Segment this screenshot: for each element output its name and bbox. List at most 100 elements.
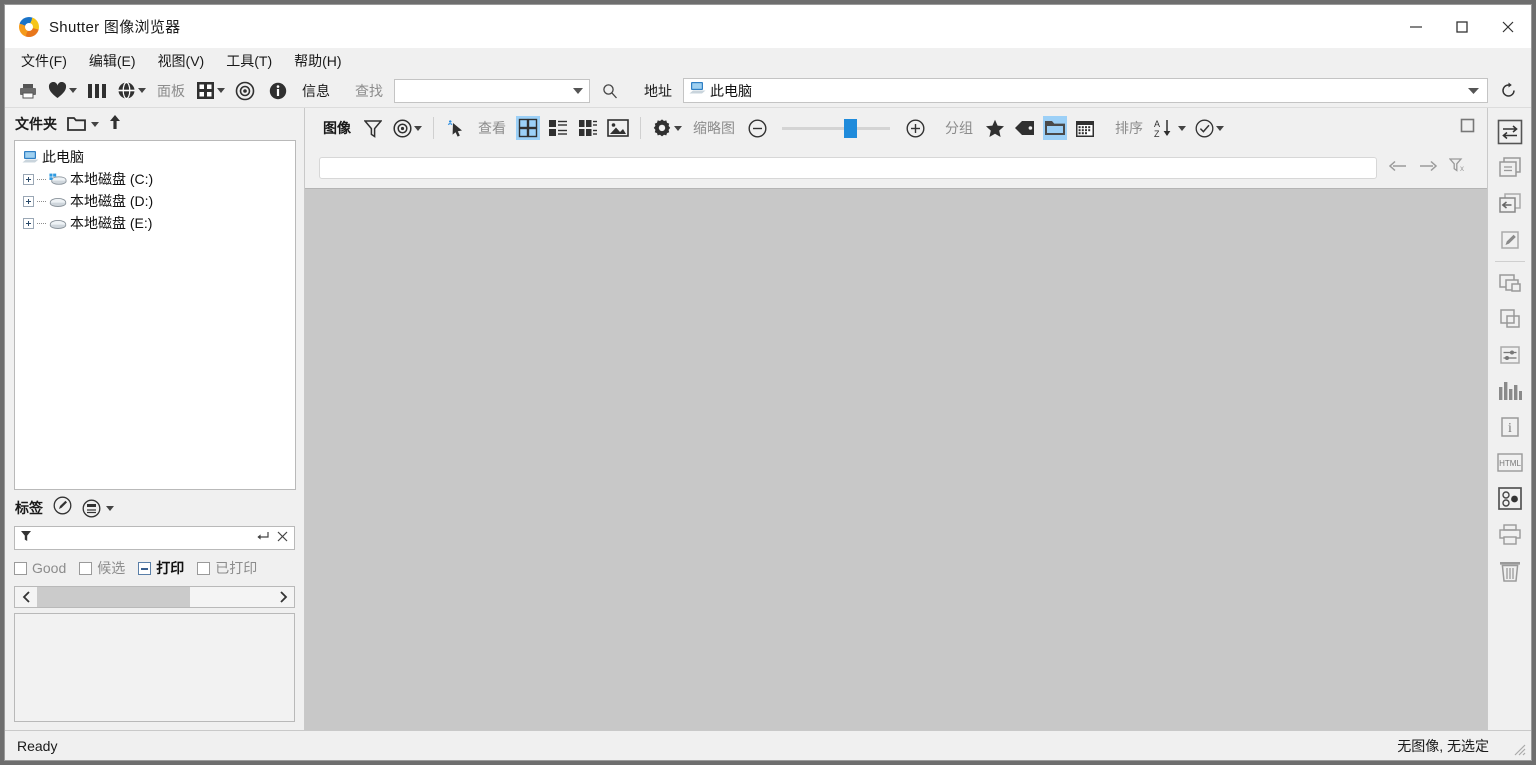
info-circle-icon[interactable] — [265, 77, 291, 105]
filter-input[interactable] — [319, 157, 1377, 179]
select-cursor-icon[interactable] — [444, 116, 468, 140]
resize-grip[interactable] — [1512, 742, 1526, 756]
thumbnail-size-slider[interactable] — [782, 118, 890, 138]
expand-icon[interactable] — [23, 217, 34, 229]
minus-circle-icon[interactable] — [745, 116, 769, 140]
folder-icon[interactable] — [1043, 116, 1067, 140]
chevron-down-icon[interactable] — [1215, 125, 1224, 131]
slider-track — [782, 127, 890, 130]
tag-filter-box[interactable] — [14, 526, 295, 550]
chevron-down-icon[interactable] — [138, 88, 146, 93]
chevron-down-icon[interactable] — [573, 82, 583, 100]
slider-handle[interactable] — [843, 119, 857, 138]
maximize-panel-icon[interactable] — [1460, 118, 1475, 138]
view-mode-thumbnails[interactable] — [516, 116, 540, 140]
arrow-up-icon[interactable] — [109, 114, 121, 135]
move-icon[interactable] — [1493, 186, 1527, 222]
expand-icon[interactable] — [23, 173, 34, 185]
chevron-down-icon[interactable] — [413, 125, 422, 131]
histogram-icon[interactable] — [1493, 373, 1527, 409]
chevron-down-icon[interactable] — [1178, 125, 1186, 131]
chevron-down-icon[interactable] — [674, 125, 682, 131]
menu-help[interactable]: 帮助(H) — [292, 49, 343, 73]
calendar-icon[interactable] — [1073, 116, 1097, 140]
chevron-down-icon[interactable] — [1468, 82, 1479, 100]
scrollbar-track[interactable] — [37, 587, 272, 607]
tree-item-drive-c[interactable]: 本地磁盘 (C:) — [15, 168, 295, 190]
star-icon[interactable] — [983, 116, 1007, 140]
menu-view[interactable]: 视图(V) — [156, 49, 207, 73]
heart-icon[interactable] — [48, 77, 77, 105]
grid-icon[interactable] — [196, 77, 225, 105]
trash-icon[interactable] — [1493, 553, 1527, 589]
edit-pencil-icon[interactable] — [1493, 222, 1527, 258]
address-bar[interactable]: 此电脑 — [683, 78, 1488, 103]
scrollbar-thumb[interactable] — [37, 587, 190, 607]
clear-filter-icon[interactable]: x — [1448, 158, 1467, 178]
panel-label[interactable]: 面板 — [153, 81, 189, 101]
info-label[interactable]: 信息 — [298, 81, 334, 101]
chevron-down-icon[interactable] — [69, 88, 77, 93]
chevron-down-icon[interactable] — [106, 505, 114, 511]
find-combobox[interactable] — [394, 78, 590, 103]
arrow-right-icon[interactable] — [1419, 159, 1438, 177]
chevron-left-icon[interactable] — [15, 591, 37, 603]
swap-icon[interactable] — [1493, 114, 1527, 150]
tag-checkbox-good[interactable] — [14, 561, 27, 575]
find-input[interactable] — [395, 80, 545, 101]
tree-item-this-pc[interactable]: 此电脑 — [15, 146, 295, 168]
dot-select-icon[interactable] — [1493, 481, 1527, 517]
folder-tree[interactable]: 此电脑 本地磁盘 (C:) 本地磁盘 (D:) 本地磁盘 (E:) — [14, 140, 296, 490]
refresh-icon[interactable] — [1495, 77, 1521, 105]
overlap-icon[interactable] — [1493, 301, 1527, 337]
print-icon[interactable] — [1493, 517, 1527, 553]
minimize-button[interactable] — [1393, 5, 1439, 48]
open-folder-icon[interactable] — [67, 116, 99, 132]
funnel-icon[interactable] — [361, 116, 385, 140]
tag-label-print[interactable]: 打印 — [156, 558, 184, 578]
chevron-right-icon[interactable] — [272, 591, 294, 603]
adjust-sliders-icon[interactable] — [1493, 337, 1527, 373]
maximize-button[interactable] — [1439, 5, 1485, 48]
columns-icon[interactable] — [84, 77, 110, 105]
target-icon[interactable] — [391, 116, 423, 140]
tag-list-icon[interactable] — [82, 499, 114, 518]
expand-icon[interactable] — [23, 195, 34, 207]
menu-file[interactable]: 文件(F) — [19, 49, 69, 73]
tag-checkbox-printed[interactable] — [197, 561, 211, 575]
chevron-down-icon[interactable] — [91, 121, 99, 127]
menu-edit[interactable]: 编辑(E) — [87, 49, 138, 73]
tag-icon[interactable] — [1013, 116, 1037, 140]
info-icon[interactable]: i — [1493, 409, 1527, 445]
close-button[interactable] — [1485, 5, 1531, 48]
sort-az-icon[interactable]: AZ — [1153, 116, 1187, 140]
printer-icon[interactable] — [15, 77, 41, 105]
tag-checkbox-print[interactable] — [138, 561, 152, 575]
view-mode-list[interactable] — [546, 116, 570, 140]
tags-horizontal-scrollbar[interactable] — [14, 586, 295, 608]
stack-icon[interactable] — [1493, 265, 1527, 301]
menu-tools[interactable]: 工具(T) — [224, 49, 274, 73]
view-mode-filmstrip[interactable] — [576, 116, 600, 140]
arrow-left-icon[interactable] — [1388, 159, 1407, 177]
image-content-area[interactable] — [305, 188, 1487, 730]
tag-label-printed[interactable]: 已打印 — [215, 558, 257, 578]
close-icon[interactable] — [277, 529, 288, 547]
html-icon[interactable]: HTML — [1493, 445, 1527, 481]
tag-checkbox-candidate[interactable] — [79, 561, 93, 575]
tag-label-good[interactable]: Good — [32, 560, 66, 576]
tree-item-drive-d[interactable]: 本地磁盘 (D:) — [15, 190, 295, 212]
copy-icon[interactable] — [1493, 150, 1527, 186]
tree-item-drive-e[interactable]: 本地磁盘 (E:) — [15, 212, 295, 234]
check-circle-icon[interactable] — [1193, 116, 1225, 140]
enter-icon[interactable] — [256, 529, 269, 547]
search-icon[interactable] — [597, 77, 623, 105]
globe-icon[interactable] — [117, 77, 146, 105]
gear-icon[interactable] — [651, 116, 683, 140]
chevron-down-icon[interactable] — [217, 88, 225, 93]
view-mode-single[interactable] — [606, 116, 630, 140]
pencil-circle-icon[interactable] — [53, 496, 72, 520]
eye-icon[interactable] — [232, 77, 258, 105]
plus-circle-icon[interactable] — [903, 116, 927, 140]
tag-label-candidate[interactable]: 候选 — [97, 558, 125, 578]
